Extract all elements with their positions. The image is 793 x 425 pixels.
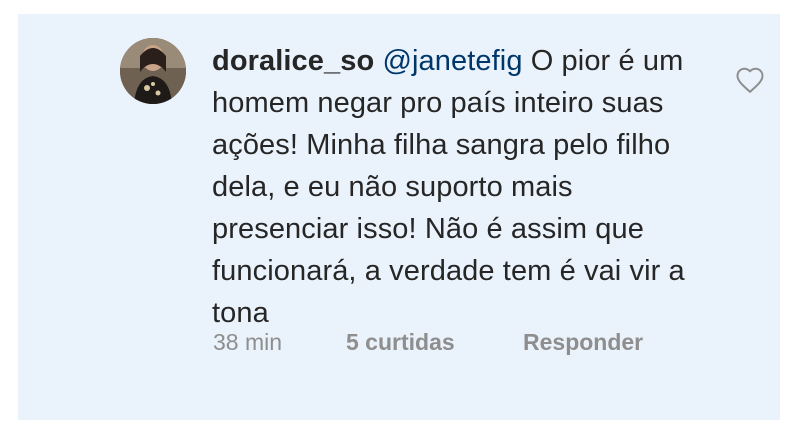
comment-body: doralice_so @janetefig O pior é um homem…	[212, 40, 712, 334]
comment-mention[interactable]: @janetefig	[382, 45, 522, 77]
reply-button[interactable]: Responder	[523, 327, 653, 357]
comment-time: 38 min	[213, 329, 283, 355]
comment-text: O pior é um homem negar pro país inteiro…	[212, 45, 685, 329]
comment-likes[interactable]: 5 curtidas	[346, 327, 455, 357]
comment-username[interactable]: doralice_so	[212, 45, 374, 77]
avatar[interactable]	[120, 38, 186, 104]
heart-outline-icon[interactable]	[735, 66, 765, 94]
